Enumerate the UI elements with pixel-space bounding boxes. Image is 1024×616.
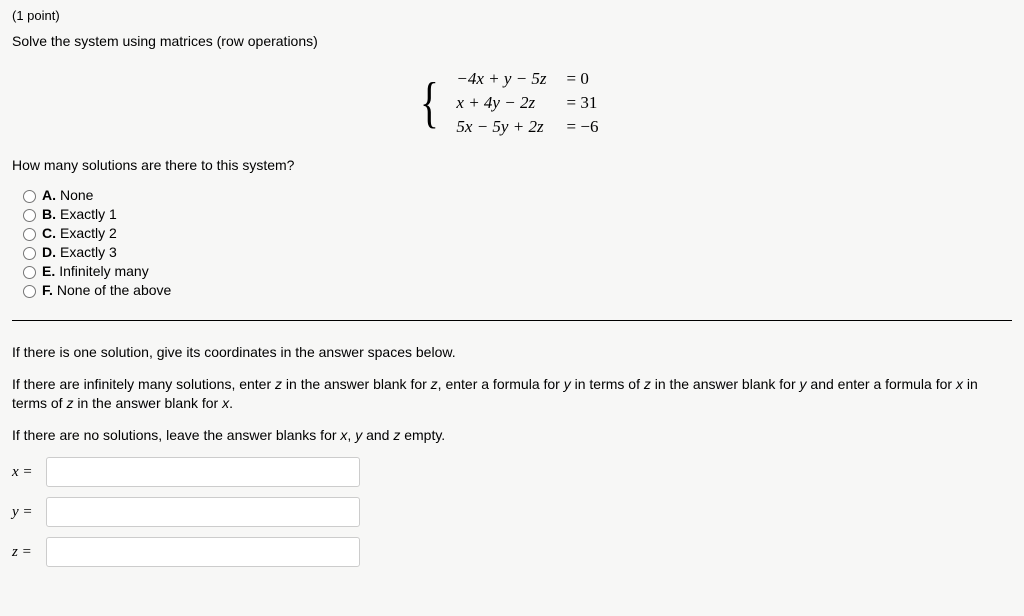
instruction-text: Solve the system using matrices (row ope… xyxy=(12,33,1012,49)
option-text: None of the above xyxy=(57,282,171,298)
option-letter: F. xyxy=(42,282,53,298)
z-label: z = xyxy=(12,544,46,561)
y-input[interactable] xyxy=(46,497,360,527)
z-input[interactable] xyxy=(46,537,360,567)
option-letter: A. xyxy=(42,187,56,203)
answer-row-y: y = xyxy=(12,497,1012,527)
explain-one-solution: If there is one solution, give its coord… xyxy=(12,343,1012,363)
option-text: Infinitely many xyxy=(59,263,148,279)
option-e[interactable]: E. Infinitely many xyxy=(18,263,1012,279)
answer-row-x: x = xyxy=(12,457,1012,487)
radio-d[interactable] xyxy=(23,247,36,260)
option-d[interactable]: D. Exactly 3 xyxy=(18,244,1012,260)
option-f[interactable]: F. None of the above xyxy=(18,282,1012,298)
option-letter: E. xyxy=(42,263,55,279)
points-label: (1 point) xyxy=(12,8,1012,23)
option-text: Exactly 1 xyxy=(60,206,117,222)
radio-b[interactable] xyxy=(23,209,36,222)
radio-e[interactable] xyxy=(23,266,36,279)
question-text: How many solutions are there to this sys… xyxy=(12,157,1012,173)
radio-c[interactable] xyxy=(23,228,36,241)
explain-none: If there are no solutions, leave the ans… xyxy=(12,426,1012,446)
options-group: A. None B. Exactly 1 C. Exactly 2 D. Exa… xyxy=(12,187,1012,298)
left-brace-icon: { xyxy=(420,75,439,131)
system-of-equations: { −4x + y − 5z = 0 x + 4y − 2z = 31 5x −… xyxy=(12,67,1012,139)
answer-row-z: z = xyxy=(12,537,1012,567)
x-label: x = xyxy=(12,464,46,481)
option-letter: B. xyxy=(42,206,56,222)
option-text: Exactly 2 xyxy=(60,225,117,241)
equation-row: −4x + y − 5z = 0 xyxy=(446,67,608,91)
equation-row: 5x − 5y + 2z = −6 xyxy=(446,115,608,139)
option-text: Exactly 3 xyxy=(60,244,117,260)
equation-row: x + 4y − 2z = 31 xyxy=(446,91,608,115)
option-b[interactable]: B. Exactly 1 xyxy=(18,206,1012,222)
explain-infinite: If there are infinitely many solutions, … xyxy=(12,375,1012,414)
y-label: y = xyxy=(12,504,46,521)
option-text: None xyxy=(60,187,93,203)
option-letter: D. xyxy=(42,244,56,260)
option-c[interactable]: C. Exactly 2 xyxy=(18,225,1012,241)
x-input[interactable] xyxy=(46,457,360,487)
radio-a[interactable] xyxy=(23,190,36,203)
option-letter: C. xyxy=(42,225,56,241)
option-a[interactable]: A. None xyxy=(18,187,1012,203)
divider xyxy=(12,320,1012,321)
radio-f[interactable] xyxy=(23,285,36,298)
